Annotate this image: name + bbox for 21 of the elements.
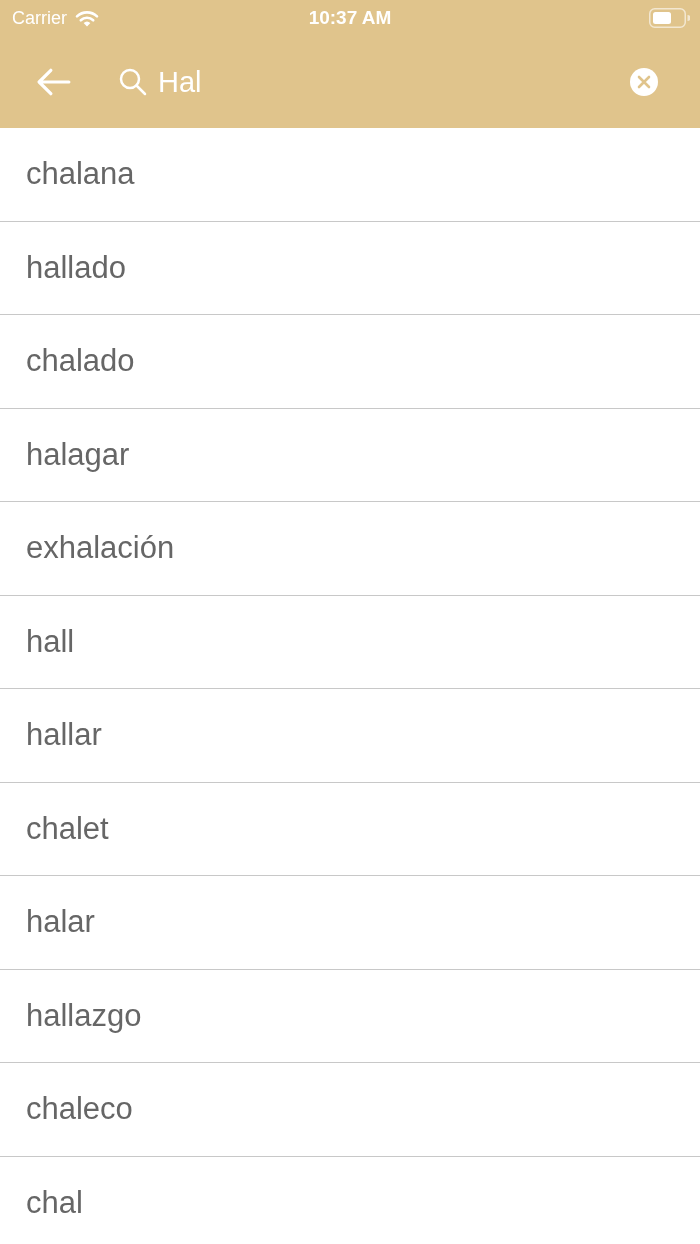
result-item[interactable]: hallar [0, 689, 700, 783]
result-item[interactable]: halagar [0, 408, 700, 502]
result-item[interactable]: chalana [0, 128, 700, 222]
result-item[interactable]: chalet [0, 782, 700, 876]
result-item[interactable]: chal [0, 1156, 700, 1244]
result-item[interactable]: chalado [0, 315, 700, 409]
result-item[interactable]: chaleco [0, 1063, 700, 1157]
result-item[interactable]: hallado [0, 221, 700, 315]
back-arrow-icon [37, 68, 71, 96]
wifi-icon [75, 9, 99, 27]
result-item[interactable]: hallazgo [0, 969, 700, 1063]
back-button[interactable] [36, 67, 72, 97]
clear-button[interactable] [630, 68, 658, 96]
result-item[interactable]: hall [0, 595, 700, 689]
battery-icon [649, 8, 690, 28]
result-item[interactable]: exhalación [0, 502, 700, 596]
result-item[interactable]: halar [0, 876, 700, 970]
search-icon [119, 68, 147, 96]
clear-icon [630, 68, 658, 96]
carrier-label: Carrier [12, 7, 67, 29]
clock-time: 10:37 AM [308, 7, 392, 29]
